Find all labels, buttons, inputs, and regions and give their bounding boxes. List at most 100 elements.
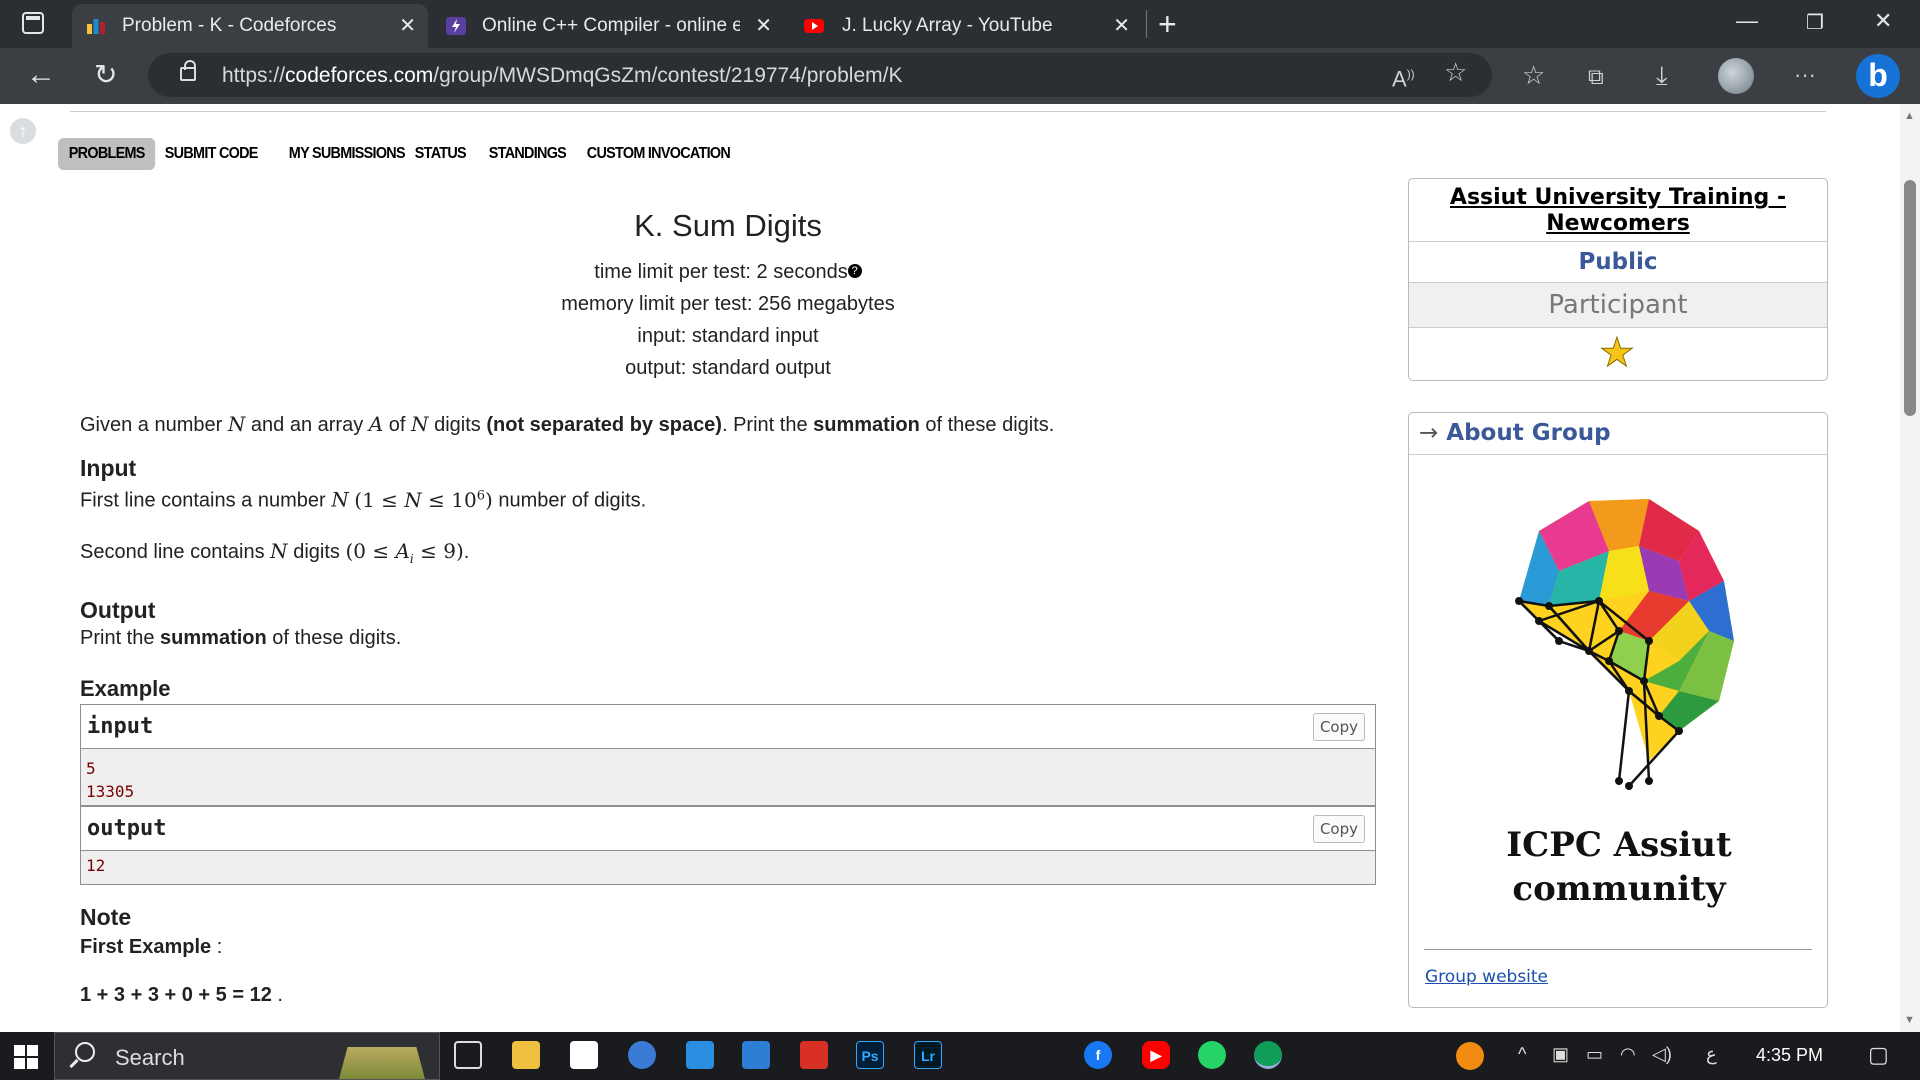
example-output-value: 12 [81, 851, 1375, 884]
logo-text-line1: ICPC Assiut [1506, 825, 1732, 865]
close-window-icon[interactable]: ✕ [1874, 8, 1892, 34]
example-input-value: 5 13305 [81, 749, 1375, 805]
refresh-icon[interactable]: ↻ [94, 58, 117, 92]
url-field[interactable]: https://codeforces.com/group/MWSDmqGsZm/… [148, 53, 1492, 97]
tab-codeforces[interactable]: Problem - K - Codeforces ✕ [72, 4, 428, 48]
group-website-link[interactable]: Group website [1425, 967, 1548, 987]
menu-problems[interactable]: PROBLEMS [58, 138, 156, 170]
notifications-icon[interactable]: ▢ [1868, 1042, 1889, 1068]
search-icon [75, 1042, 95, 1062]
new-tab-icon[interactable]: + [1158, 6, 1177, 42]
lightroom-icon[interactable]: Lr [914, 1041, 942, 1069]
example-output-label: output [87, 816, 167, 841]
star-icon: ★ [1599, 331, 1636, 376]
address-bar-row: ← ↻ https://codeforces.com/group/MWSDmqG… [0, 48, 1920, 104]
example-output-block: output Copy 12 [80, 806, 1376, 885]
taskbar-search[interactable]: Search [54, 1032, 440, 1080]
group-role: Participant [1409, 283, 1827, 328]
bing-chat-icon[interactable]: b [1856, 54, 1900, 98]
restore-icon[interactable]: ❐ [1806, 10, 1824, 35]
about-divider [1424, 949, 1812, 950]
scroll-up-icon[interactable]: ↑ [10, 118, 36, 144]
settings-app-icon[interactable] [686, 1041, 714, 1069]
page-content: ↑ PROBLEMS SUBMIT CODE MY SUBMISSIONS ST… [0, 104, 1900, 1032]
volume-icon[interactable]: ◁) [1652, 1044, 1672, 1065]
tab-title: Online C++ Compiler - online ed [482, 15, 740, 36]
input-spec-line1: First line contains a number N (1 ≤ N ≤ … [80, 487, 647, 512]
onlinegdb-icon [446, 17, 466, 35]
taskbar-clock[interactable]: 4:35 PM [1756, 1045, 1823, 1066]
favorites-icon[interactable]: ☆ [1522, 58, 1545, 92]
output-type: output: standard output [625, 357, 831, 379]
tab-youtube[interactable]: J. Lucky Array - YouTube ✕ [790, 4, 1142, 48]
copy-output-button[interactable]: Copy [1312, 815, 1365, 843]
start-icon[interactable] [14, 1045, 38, 1069]
back-icon[interactable]: ← [26, 58, 56, 92]
header-divider [70, 108, 1826, 112]
memory-limit: memory limit per test: 256 megabytes [561, 293, 895, 315]
favorite-star[interactable]: ★ [1409, 328, 1827, 380]
help-icon[interactable]: ? [847, 264, 862, 278]
group-visibility: Public [1409, 242, 1827, 283]
lock-icon[interactable] [180, 60, 196, 81]
close-tab-icon[interactable]: ✕ [755, 4, 772, 48]
output-spec: Print the summation of these digits. [80, 626, 402, 649]
input-type: input: standard input [637, 325, 819, 347]
wifi-icon[interactable]: ◠ [1620, 1044, 1636, 1065]
close-tab-icon[interactable]: ✕ [1113, 4, 1130, 48]
battery-icon[interactable]: ▭ [1586, 1044, 1603, 1065]
page-scrollbar[interactable]: ▲ ▼ [1900, 104, 1920, 1032]
menu-status[interactable]: STATUS [404, 138, 477, 170]
weather-icon[interactable] [1456, 1042, 1484, 1070]
edge-icon[interactable] [1254, 1041, 1282, 1069]
youtube-taskbar-icon[interactable]: ▶ [1142, 1041, 1170, 1069]
group-title-link[interactable]: Assiut University Training - Newcomers [1409, 179, 1827, 242]
facebook-icon[interactable]: f [1084, 1041, 1112, 1069]
problem-statement: K. Sum Digits time limit per test: 2 sec… [80, 204, 1376, 702]
app-icon[interactable] [628, 1041, 656, 1069]
about-group-header[interactable]: → About Group [1409, 413, 1827, 455]
example-heading: Example [80, 675, 171, 701]
menu-custom-invocation[interactable]: CUSTOM INVOCATION [576, 138, 741, 170]
tab-title: J. Lucky Array - YouTube [842, 15, 1053, 36]
menu-standings[interactable]: STANDINGS [478, 138, 577, 170]
collections-icon[interactable]: ⧉ [1588, 60, 1604, 94]
more-options-icon[interactable]: ··· [1794, 58, 1816, 92]
copy-input-button[interactable]: Copy [1312, 713, 1365, 741]
url-text: https://codeforces.com/group/MWSDmqGsZm/… [222, 64, 903, 87]
menu-submit-code[interactable]: SUBMIT CODE [154, 138, 268, 170]
youtube-icon [804, 19, 824, 33]
about-group-body: ICPC Assiut community Group website [1409, 455, 1827, 1007]
tray-chevron-icon[interactable]: ^ [1518, 1044, 1526, 1065]
scrollbar-thumb[interactable] [1904, 180, 1916, 416]
read-aloud-icon[interactable]: A)) [1392, 57, 1415, 96]
photoshop-icon[interactable]: Ps [856, 1041, 884, 1069]
minimize-icon[interactable]: — [1736, 8, 1758, 34]
input-language-indicator[interactable]: ع [1706, 1044, 1717, 1065]
output-heading: Output [80, 596, 156, 623]
logo-text-line2: community [1512, 869, 1726, 909]
menu-my-submissions[interactable]: MY SUBMISSIONS [278, 138, 416, 170]
note-section: Note First Example : 1 + 3 + 3 + 0 + 5 =… [80, 904, 1376, 1009]
file-explorer-icon[interactable] [512, 1041, 540, 1069]
close-tab-icon[interactable]: ✕ [399, 4, 416, 48]
input-heading: Input [80, 455, 137, 481]
profile-avatar[interactable] [1718, 58, 1754, 94]
tray-meet-icon[interactable]: ▣ [1552, 1044, 1569, 1065]
add-favorite-icon[interactable]: ☆ [1444, 55, 1467, 89]
pdf-reader-icon[interactable] [800, 1041, 828, 1069]
about-group-title: About Group [1446, 420, 1611, 446]
task-view-icon[interactable] [454, 1041, 482, 1069]
tab-title: Problem - K - Codeforces [122, 15, 337, 36]
tab-actions-icon[interactable] [22, 12, 44, 34]
scroll-up-arrow-icon[interactable]: ▲ [1904, 110, 1915, 122]
codeforces-icon [87, 19, 105, 34]
about-group-box: → About Group ICPC Assiut community Grou… [1408, 412, 1828, 1008]
scroll-down-arrow-icon[interactable]: ▼ [1904, 1014, 1915, 1026]
downloads-icon[interactable]: ⤓ [1656, 58, 1668, 92]
whatsapp-icon[interactable] [1198, 1041, 1226, 1069]
calculator-icon[interactable] [742, 1041, 770, 1069]
microsoft-store-icon[interactable] [570, 1041, 598, 1069]
tab-online-compiler[interactable]: Online C++ Compiler - online ed ✕ [432, 4, 784, 48]
problem-limits: time limit per test: 2 seconds? memory l… [80, 256, 1376, 384]
